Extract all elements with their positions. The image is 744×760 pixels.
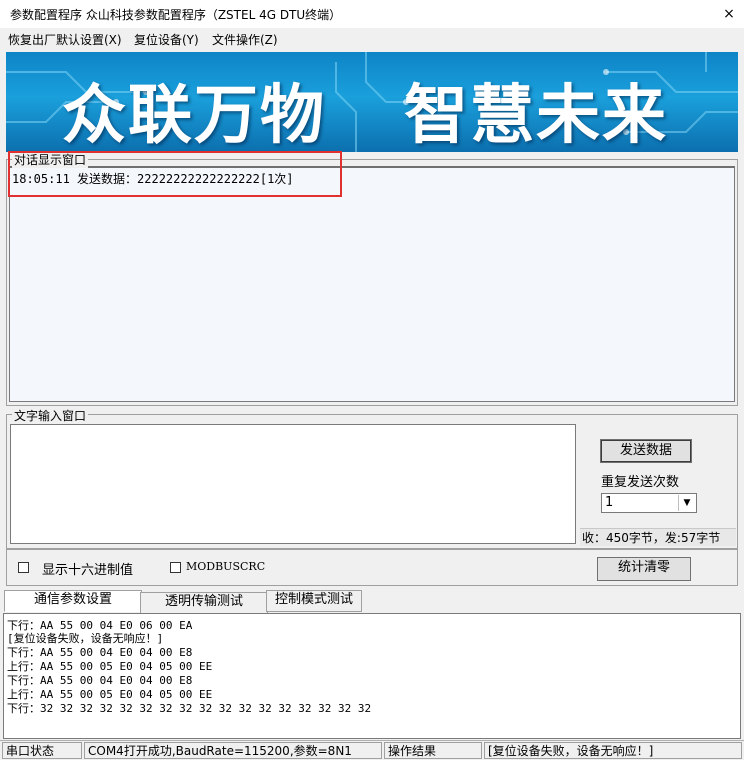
log-line: 上行：AA 55 00 05 E0 04 05 00 EE: [7, 660, 213, 673]
status-port-value: COM4打开成功,BaudRate=115200,参数=8N1: [84, 742, 382, 759]
menu-file-operations[interactable]: 文件操作(Z): [212, 31, 278, 48]
modbus-crc-checkbox[interactable]: [170, 562, 181, 573]
status-result-label: 操作结果: [384, 742, 482, 759]
banner-slogan-left: 众联万物: [62, 78, 326, 152]
repeat-count-label: 重复发送次数: [601, 475, 680, 490]
status-port-label: 串口状态: [2, 742, 82, 759]
hex-checkbox[interactable]: [18, 562, 29, 573]
send-data-button[interactable]: 发送数据: [600, 439, 692, 463]
log-line: 上行：AA 55 00 05 E0 04 05 00 EE: [7, 688, 213, 701]
modbus-crc-label: MODBUSCRC: [186, 560, 266, 573]
log-display[interactable]: 下行：AA 55 00 04 E0 06 00 EA [复位设备失败，设备无响应…: [3, 613, 741, 739]
status-bar: 串口状态 COM4打开成功,BaudRate=115200,参数=8N1 操作结…: [0, 740, 744, 760]
highlight-box: [8, 151, 342, 197]
menu-factory-reset[interactable]: 恢复出厂默认设置(X): [8, 31, 122, 48]
byte-stats: 收：450字节，发:57字节: [580, 528, 736, 546]
log-line: 下行：AA 55 00 04 E0 04 00 E8: [7, 674, 193, 687]
close-icon[interactable]: ×: [716, 2, 742, 26]
window-title: 参数配置程序 众山科技参数配置程序（ZSTEL 4G DTU终端）: [10, 8, 342, 22]
menu-bar: 恢复出厂默认设置(X) 复位设备(Y) 文件操作(Z): [0, 28, 744, 50]
tab-comm-settings[interactable]: 通信参数设置: [4, 590, 142, 612]
banner-slogan-right: 智慧未来: [404, 78, 668, 152]
title-bar: 参数配置程序 众山科技参数配置程序（ZSTEL 4G DTU终端） ×: [0, 0, 744, 28]
banner-image: 众联万物 智慧未来: [6, 52, 738, 152]
repeat-count-select[interactable]: 1 ▼: [601, 493, 697, 513]
dialog-display[interactable]: [9, 166, 735, 402]
clear-stats-button[interactable]: 统计清零: [597, 557, 691, 581]
hex-checkbox-label: 显示十六进制值: [42, 563, 134, 578]
log-line: 下行：AA 55 00 04 E0 06 00 EA: [7, 619, 193, 632]
log-line: [复位设备失败，设备无响应！]: [7, 632, 164, 645]
input-label: 文字输入窗口: [12, 407, 89, 424]
menu-reset-device[interactable]: 复位设备(Y): [134, 31, 199, 48]
log-line: 下行：32 32 32 32 32 32 32 32 32 32 32 32 3…: [7, 702, 372, 715]
tab-control-mode-test[interactable]: 控制模式测试: [266, 590, 362, 612]
repeat-count-value: 1: [605, 495, 614, 510]
log-line: 下行：AA 55 00 04 E0 04 00 E8: [7, 646, 193, 659]
text-input[interactable]: [10, 424, 576, 544]
tab-transparent-test[interactable]: 透明传输测试: [140, 592, 268, 614]
status-result-value: [复位设备失败，设备无响应！]: [484, 742, 742, 759]
chevron-down-icon[interactable]: ▼: [678, 495, 695, 511]
